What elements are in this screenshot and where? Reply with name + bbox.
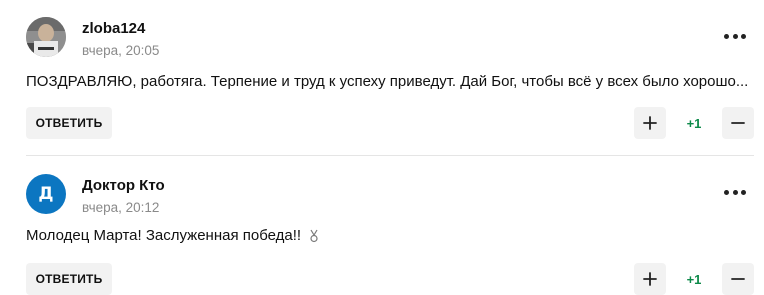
plus-icon [643,272,657,286]
avatar-letter: Д [38,184,54,204]
plus-icon [643,116,657,130]
avatar[interactable] [26,17,66,57]
comment-time: вчера, 20:12 [82,200,160,215]
more-dots-icon[interactable] [724,31,746,41]
comment-text: Молодец Марта! Заслуженная победа!! [26,227,302,244]
reply-button[interactable]: ОТВЕТИТЬ [26,263,112,295]
comment-text-wrap: Молодец Марта! Заслуженная победа!! [26,227,319,244]
minus-icon [731,278,745,280]
upvote-button[interactable] [634,263,666,295]
minus-icon [731,122,745,124]
comment-score: +1 [686,116,702,131]
downvote-button[interactable] [722,263,754,295]
comment-item: zloba124 вчера, 20:05 ПОЗДРАВЛЯЮ, работя… [0,0,764,155]
comment-item: Д Доктор Кто вчера, 20:12 Молодец Марта!… [0,156,764,295]
medal-icon [310,229,318,243]
upvote-button[interactable] [634,107,666,139]
comment-author[interactable]: zloba124 [82,20,145,37]
comment-author[interactable]: Доктор Кто [82,177,165,194]
avatar-photo-icon [26,17,66,57]
avatar[interactable]: Д [26,174,66,214]
more-dots-icon[interactable] [724,187,746,197]
downvote-button[interactable] [722,107,754,139]
comment-text: ПОЗДРАВЛЯЮ, работяга. Терпение и труд к … [26,73,749,90]
comment-score: +1 [686,272,702,287]
comment-time: вчера, 20:05 [82,43,160,58]
reply-button[interactable]: ОТВЕТИТЬ [26,107,112,139]
